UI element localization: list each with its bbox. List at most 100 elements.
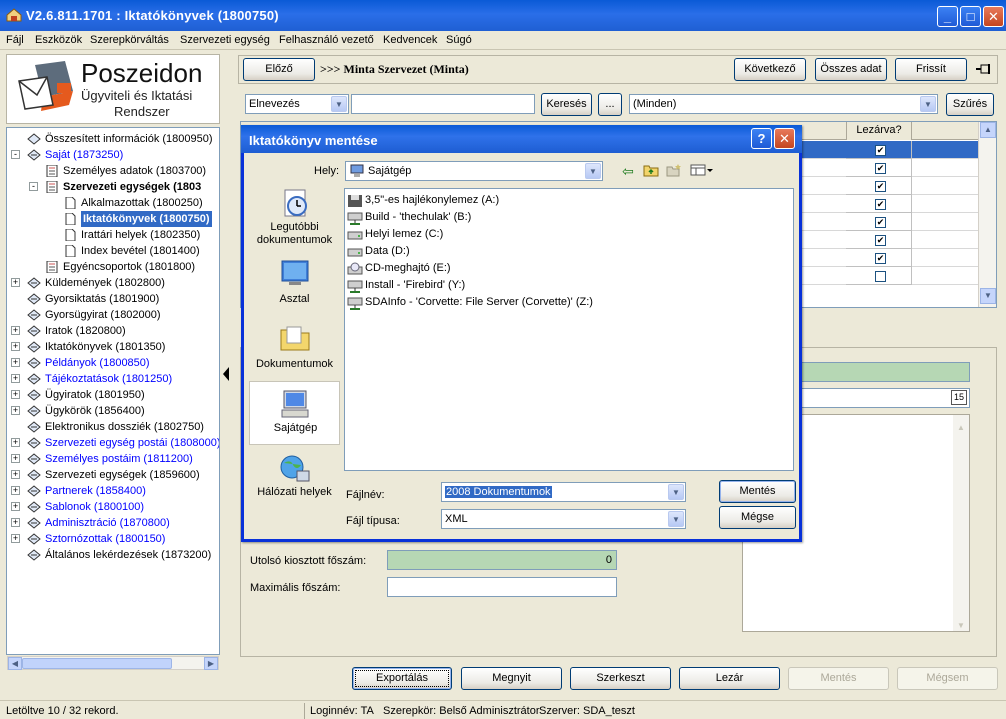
tree-item[interactable]: + Iratok (1820800) [7,323,219,339]
expand-icon[interactable]: + [11,342,20,351]
menu-role-switch[interactable]: Szerepkörváltás [90,34,169,46]
minimize-button[interactable]: _ [937,6,958,27]
scope-select[interactable]: (Minden) ▼ [629,94,938,114]
scroll-thumb[interactable] [22,658,172,669]
date-field[interactable]: 15 [800,388,970,408]
collapse-icon[interactable]: - [11,150,20,159]
help-button[interactable]: ? [751,128,772,149]
filter-field-select[interactable]: Elnevezés ▼ [245,94,349,114]
tree-item[interactable]: Irattári helyek (1802350) [7,227,219,243]
filename-input[interactable]: 2008 Dokumentumok ▼ [441,482,686,502]
tree-item[interactable]: Gyorsiktatás (1801900) [7,291,219,307]
ellipsis-button[interactable]: ... [598,93,622,116]
closed-checkbox-cell[interactable]: ✔ [846,177,912,195]
menu-org-unit[interactable]: Szervezeti egység [180,34,270,46]
calendar-icon[interactable]: 15 [951,390,967,405]
dialog-close-button[interactable]: ✕ [774,128,795,149]
tree-item[interactable]: + Adminisztráció (1870800) [7,515,219,531]
tree-item[interactable]: + Sablonok (1800100) [7,499,219,515]
tree-item[interactable]: Elektronikus dossziék (1802750) [7,419,219,435]
all-data-button[interactable]: Összes adat [815,58,887,81]
closed-checkbox[interactable]: ✔ [875,163,886,174]
tree-item[interactable]: Egyéncsoportok (1801800) [7,259,219,275]
textarea-scrollbar[interactable]: ▲ ▼ [953,415,969,631]
tree-item[interactable]: Alkalmazottak (1800250) [7,195,219,211]
place-documents[interactable]: Dokumentumok [249,316,340,380]
close-record-button[interactable]: Lezár [679,667,780,690]
dropdown-arrow-icon[interactable]: ▼ [331,96,347,112]
closed-checkbox[interactable]: ✔ [875,253,886,264]
expand-icon[interactable]: + [11,438,20,447]
tree-item[interactable]: Iktatókönyvek (1800750) [7,211,219,227]
dropdown-arrow-icon[interactable]: ▼ [920,96,936,112]
dialog-save-button[interactable]: Mentés [719,480,796,503]
expand-icon[interactable]: + [11,486,20,495]
tree-item[interactable]: Általános lekérdezések (1873200) [7,547,219,563]
closed-checkbox-cell[interactable]: ✔ [846,141,912,159]
expand-icon[interactable]: + [11,518,20,527]
collapse-icon[interactable]: - [29,182,38,191]
panel-splitter-arrow-icon[interactable] [221,360,231,388]
grid-vertical-scrollbar[interactable]: ▲ ▼ [978,122,996,307]
filetype-select[interactable]: XML ▼ [441,509,686,529]
tree-item[interactable]: + Partnerek (1858400) [7,483,219,499]
search-button[interactable]: Keresés [541,93,592,116]
menu-help[interactable]: Súgó [446,34,472,46]
closed-checkbox[interactable] [875,271,886,282]
new-folder-icon[interactable] [666,163,682,177]
tree-item[interactable]: Személyes adatok (1803700) [7,163,219,179]
expand-icon[interactable]: + [11,470,20,479]
tree-item[interactable]: + Szervezeti egység postái (1808000) [7,435,219,451]
tree-item[interactable]: + Tájékoztatások (1801250) [7,371,219,387]
closed-checkbox-cell[interactable]: ✔ [846,231,912,249]
close-window-button[interactable]: ✕ [983,6,1004,27]
tree-item[interactable]: Index bevétel (1801400) [7,243,219,259]
tree-item[interactable]: + Példányok (1800850) [7,355,219,371]
tree-item[interactable]: + Küldemények (1802800) [7,275,219,291]
tree-item[interactable]: + Ügyiratok (1801950) [7,387,219,403]
menu-file[interactable]: Fájl [6,34,24,46]
scroll-down-icon[interactable]: ▼ [957,617,965,635]
next-button[interactable]: Következő [734,58,806,81]
expand-icon[interactable]: + [11,454,20,463]
filter-text-input[interactable] [351,94,535,114]
scroll-right-icon[interactable]: ▶ [204,657,218,670]
tree-horizontal-scrollbar[interactable]: ◀ ▶ [7,656,219,670]
view-menu-icon[interactable] [690,164,714,176]
export-button[interactable]: Exportálás [352,667,452,690]
edit-button[interactable]: Szerkeszt [570,667,671,690]
tree-item[interactable]: - Szervezeti egységek (1803 [7,179,219,195]
col-closed-header[interactable]: Lezárva? [846,122,912,140]
closed-checkbox-cell[interactable]: ✔ [846,249,912,267]
prev-button[interactable]: Előző [243,58,315,81]
filter-button[interactable]: Szűrés [946,93,994,116]
closed-checkbox-cell[interactable]: ✔ [846,213,912,231]
place-desktop[interactable]: Asztal [249,251,340,315]
expand-icon[interactable]: + [11,278,20,287]
expand-icon[interactable]: + [11,374,20,383]
tree-item[interactable]: Összesített információk (1800950) [7,131,219,147]
expand-icon[interactable]: + [11,502,20,511]
menu-user-manager[interactable]: Felhasználó vezető [279,34,374,46]
up-folder-icon[interactable] [643,163,659,177]
refresh-button[interactable]: Frissít [895,58,967,81]
dialog-cancel-button[interactable]: Mégse [719,506,796,529]
menu-tools[interactable]: Eszközök [35,34,82,46]
tree-item[interactable]: + Sztornózottak (1800150) [7,531,219,547]
expand-icon[interactable]: + [11,534,20,543]
closed-checkbox-cell[interactable] [846,267,912,285]
place-network[interactable]: Hálózati helyek [249,447,340,511]
pin-icon[interactable] [975,62,993,76]
scroll-left-icon[interactable]: ◀ [8,657,22,670]
place-my-computer[interactable]: Sajátgép [249,381,340,445]
cancel-button[interactable]: Mégsem [897,667,998,690]
dropdown-arrow-icon[interactable]: ▼ [668,511,684,527]
tree-item[interactable]: + Szervezeti egységek (1859600) [7,467,219,483]
closed-checkbox[interactable]: ✔ [875,199,886,210]
closed-checkbox[interactable]: ✔ [875,145,886,156]
closed-checkbox[interactable]: ✔ [875,235,886,246]
open-button[interactable]: Megnyit [461,667,562,690]
scroll-up-icon[interactable]: ▲ [957,419,965,437]
last-number-field[interactable]: 0 [387,550,617,570]
closed-checkbox[interactable]: ✔ [875,217,886,228]
